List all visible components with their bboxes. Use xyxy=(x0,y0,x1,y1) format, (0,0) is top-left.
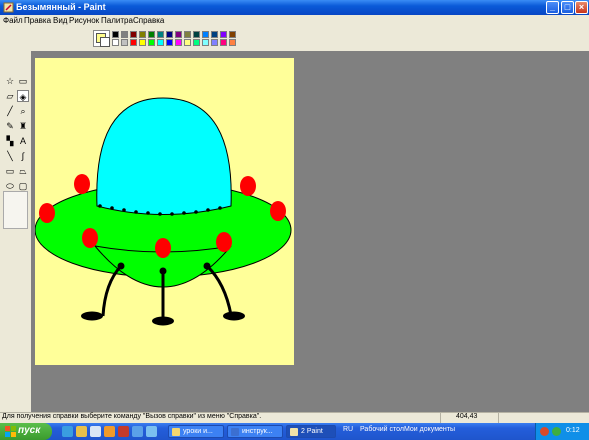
outlook-icon[interactable] xyxy=(104,426,115,437)
palette-swatch[interactable] xyxy=(121,39,128,46)
palette-swatch[interactable] xyxy=(211,31,218,38)
taskbar: пуск уроки и... инструк... 2 Paint RU Ра… xyxy=(0,423,589,440)
app-icon[interactable] xyxy=(118,426,129,437)
tool-options[interactable] xyxy=(3,191,28,229)
status-help-text: Для получения справки выберите команду "… xyxy=(2,413,262,420)
palette-swatch[interactable] xyxy=(175,39,182,46)
status-divider xyxy=(440,413,441,423)
window-title: Безымянный - Paint xyxy=(16,2,106,12)
menu-image[interactable]: Рисунок xyxy=(69,16,99,25)
language-indicator[interactable]: RU xyxy=(343,426,353,433)
paint-icon xyxy=(290,428,298,436)
palette-swatch[interactable] xyxy=(121,31,128,38)
update-icon[interactable] xyxy=(146,426,157,437)
palette-swatch[interactable] xyxy=(229,39,236,46)
current-colors[interactable] xyxy=(93,30,110,47)
brush-icon[interactable]: ♜ xyxy=(17,120,29,132)
magnifier-icon[interactable]: ⌕ xyxy=(17,105,29,117)
menu-view[interactable]: Вид xyxy=(53,16,67,25)
line-icon[interactable]: ╲ xyxy=(4,150,16,162)
menu-file[interactable]: Файл xyxy=(3,16,23,25)
palette-swatch[interactable] xyxy=(184,31,191,38)
title-bar: Безымянный - Paint _ □ × xyxy=(0,0,589,15)
windows-flag-icon xyxy=(5,426,16,437)
clock: 0:12 xyxy=(566,427,580,434)
ie-icon[interactable] xyxy=(62,426,73,437)
palette-swatch[interactable] xyxy=(130,39,137,46)
antivirus-icon[interactable] xyxy=(540,427,549,436)
pencil-icon[interactable]: ✎ xyxy=(4,120,16,132)
my-documents-toolbar[interactable]: Мои документы xyxy=(404,426,455,433)
text-icon[interactable]: A xyxy=(17,135,29,147)
palette-swatch[interactable] xyxy=(193,31,200,38)
maximize-button[interactable]: □ xyxy=(561,1,574,14)
minimize-button[interactable]: _ xyxy=(546,1,559,14)
color-picker-icon[interactable]: ╱ xyxy=(4,105,16,117)
airbrush-icon[interactable]: ▚ xyxy=(4,135,16,147)
start-label: пуск xyxy=(18,425,41,436)
palette-swatch[interactable] xyxy=(148,39,155,46)
background-color xyxy=(100,37,110,47)
palette-swatch[interactable] xyxy=(157,31,164,38)
word-icon xyxy=(231,428,239,436)
palette-swatch[interactable] xyxy=(220,31,227,38)
polygon-icon[interactable]: ⏢ xyxy=(17,165,29,177)
toolbox: ☆ ▭ ▱ ◈ ╱ ⌕ ✎ ♜ ▚ A ╲ ∫ ▭ ⏢ ⬭ ▢ xyxy=(0,51,31,382)
palette-swatch[interactable] xyxy=(166,39,173,46)
desktop-toolbar[interactable]: Рабочий стол xyxy=(360,426,404,433)
rect-select-icon[interactable]: ▭ xyxy=(17,75,29,87)
curve-icon[interactable]: ∫ xyxy=(17,150,29,162)
workspace xyxy=(31,51,589,412)
menu-help[interactable]: Справка xyxy=(133,16,164,25)
palette-swatch[interactable] xyxy=(220,39,227,46)
eraser-icon[interactable]: ▱ xyxy=(4,90,16,102)
media-icon[interactable] xyxy=(76,426,87,437)
explorer-icon[interactable] xyxy=(90,426,101,437)
task-lessons[interactable]: уроки и... xyxy=(168,425,224,438)
cursor-coords: 404,43 xyxy=(456,413,478,420)
drawing-canvas[interactable] xyxy=(34,58,294,365)
browser-icon[interactable] xyxy=(132,426,143,437)
palette-swatch[interactable] xyxy=(148,31,155,38)
menu-bar: Файл Правка Вид Рисунок Палитра Справка xyxy=(0,15,589,27)
close-button[interactable]: × xyxy=(575,1,588,14)
palette-swatch[interactable] xyxy=(157,39,164,46)
palette-swatch[interactable] xyxy=(229,31,236,38)
palette-swatch[interactable] xyxy=(139,31,146,38)
rectangle-icon[interactable]: ▭ xyxy=(4,165,16,177)
status-bar: Для получения справки выберите команду "… xyxy=(0,412,589,423)
status-divider xyxy=(498,413,499,423)
palette-swatch[interactable] xyxy=(202,31,209,38)
palette-swatch[interactable] xyxy=(211,39,218,46)
palette-swatch[interactable] xyxy=(202,39,209,46)
fill-icon[interactable]: ◈ xyxy=(17,90,29,102)
palette-swatch[interactable] xyxy=(175,31,182,38)
palette-swatch[interactable] xyxy=(166,31,173,38)
menu-palette[interactable]: Палитра xyxy=(101,16,133,25)
palette-swatch[interactable] xyxy=(130,31,137,38)
start-button[interactable]: пуск xyxy=(0,423,52,440)
dome xyxy=(96,97,232,215)
color-palette xyxy=(0,27,589,52)
free-form-select-icon[interactable]: ☆ xyxy=(4,75,16,87)
palette-swatch[interactable] xyxy=(139,39,146,46)
task-paint[interactable]: 2 Paint xyxy=(286,425,336,438)
system-tray: 0:12 xyxy=(535,423,589,440)
folder-icon xyxy=(172,428,180,436)
palette-swatch[interactable] xyxy=(184,39,191,46)
task-instructions[interactable]: инструк... xyxy=(227,425,283,438)
paint-app-icon xyxy=(3,2,14,13)
palette-swatch[interactable] xyxy=(112,31,119,38)
menu-edit[interactable]: Правка xyxy=(24,16,51,25)
palette-swatch[interactable] xyxy=(112,39,119,46)
palette-swatch[interactable] xyxy=(193,39,200,46)
ufo-drawing xyxy=(34,97,292,326)
network-icon[interactable] xyxy=(552,427,561,436)
